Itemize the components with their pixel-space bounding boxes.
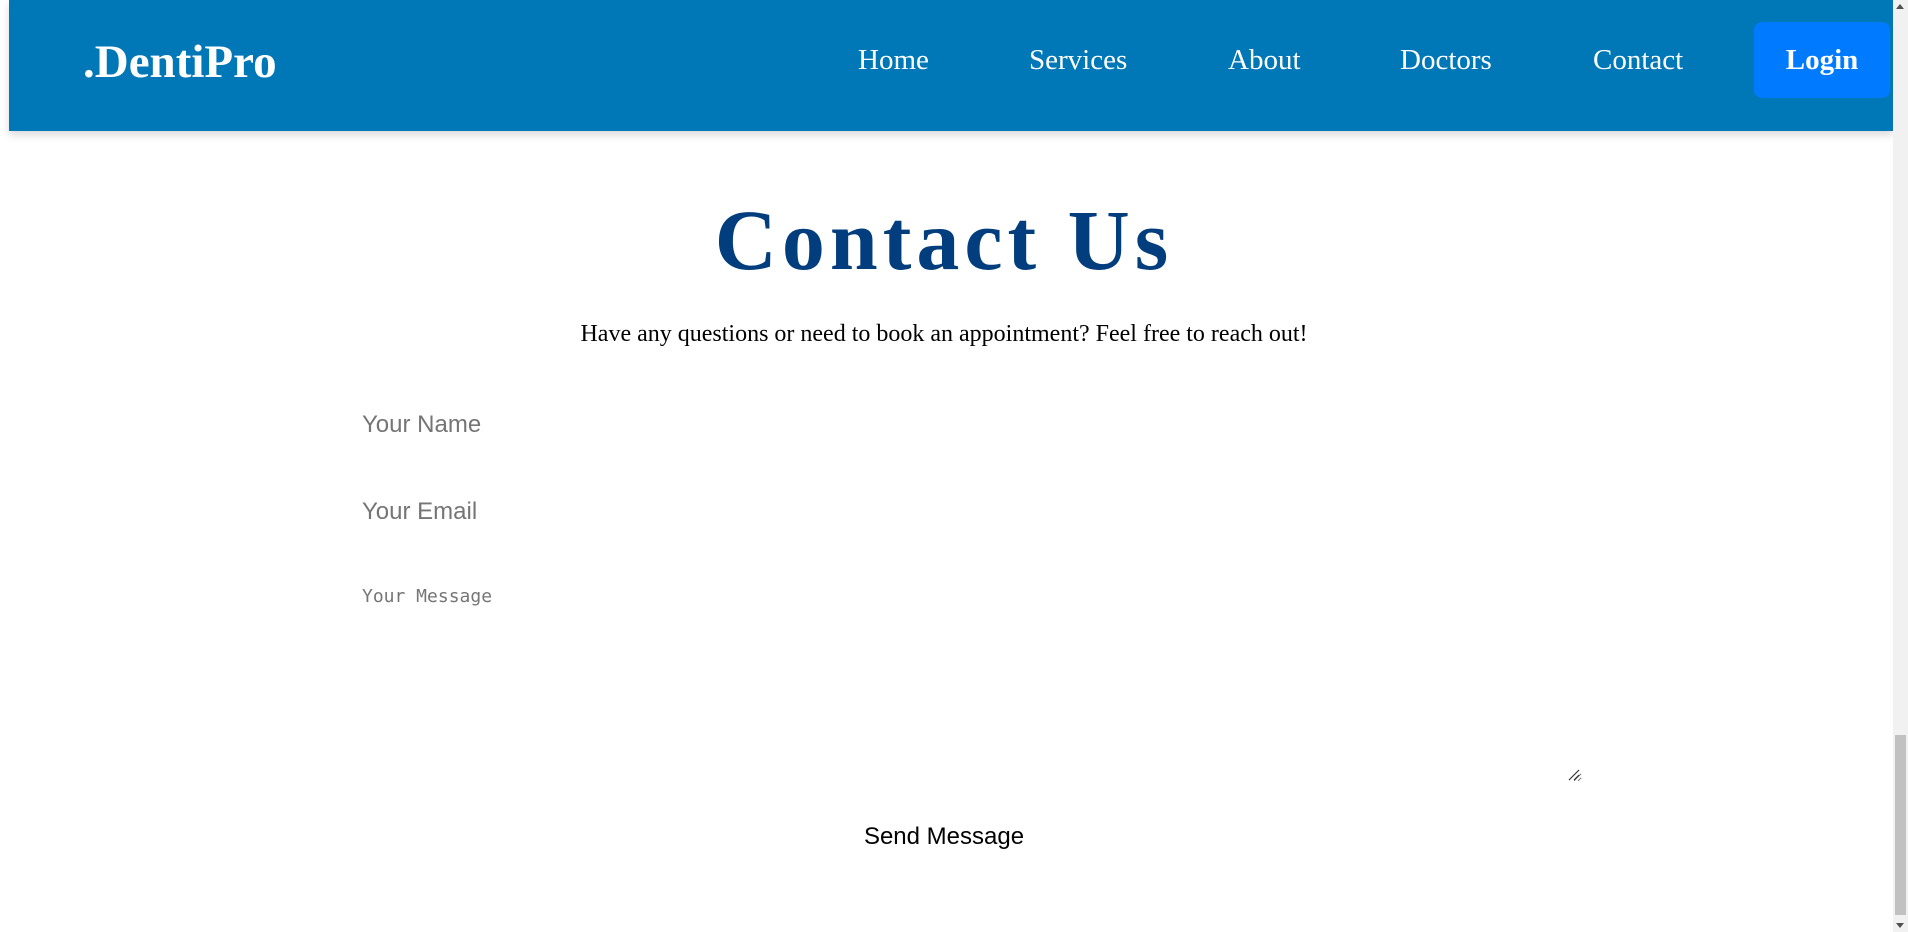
nav-contact-link[interactable]: Contact [1593, 40, 1683, 80]
contact-title: Contact Us [714, 192, 1174, 288]
nav-doctors-link[interactable]: Doctors [1400, 40, 1492, 80]
contact-subtitle: Have any questions or need to book an ap… [580, 321, 1308, 347]
scroll-up-arrow-icon[interactable] [1896, 4, 1904, 9]
vertical-scrollbar[interactable] [1893, 0, 1908, 932]
nav-home-link[interactable]: Home [858, 40, 929, 80]
email-input[interactable] [350, 491, 1582, 533]
nav-services-link[interactable]: Services [1029, 40, 1127, 80]
scrollbar-thumb[interactable] [1895, 735, 1906, 915]
navbar: .DentiPro Home Services About Doctors Co… [9, 0, 1893, 131]
nav-about-link[interactable]: About [1228, 40, 1301, 80]
message-textarea[interactable] [350, 580, 1582, 782]
resize-grip-icon[interactable] [1566, 767, 1580, 781]
name-input[interactable] [350, 404, 1582, 446]
page: .DentiPro Home Services About Doctors Co… [0, 0, 1908, 932]
send-message-button[interactable]: Send Message [850, 817, 1038, 857]
scroll-down-arrow-icon[interactable] [1896, 923, 1904, 928]
login-button[interactable]: Login [1754, 22, 1890, 98]
site-logo[interactable]: .DentiPro [83, 34, 277, 90]
